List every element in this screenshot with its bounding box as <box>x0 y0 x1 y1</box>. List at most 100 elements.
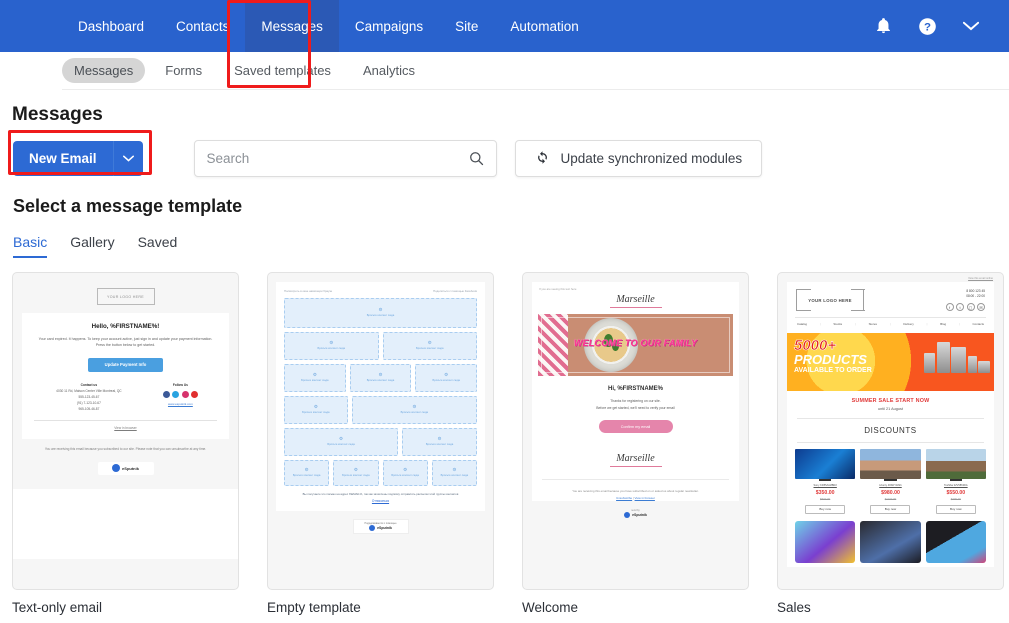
product-image <box>925 520 986 563</box>
template-thumbnail-empty[interactable]: Посмотреть в окне навигации браузе Подел… <box>267 272 494 590</box>
preview-paragraph: Your card expired. It happens. To keep y… <box>38 337 213 347</box>
divider <box>797 418 984 420</box>
preview-menu-contacts: Contacts <box>972 322 984 327</box>
preview-banner-text: 5000+ PRODUCTS AVAILABLE TO ORDER <box>794 338 872 375</box>
bell-icon[interactable] <box>875 17 892 35</box>
dropzone-label: Бросьте контент сюда <box>301 379 329 383</box>
template-thumbnail-text-only[interactable]: YOUR LOGO HERE Hello, %FIRSTNAME%! Your … <box>12 272 239 590</box>
preview-contact-block: 8 800 123 45 08:00 - 22:00 f t ◻ ✉ <box>945 289 985 312</box>
preview-buy-button: Buy now <box>935 504 976 514</box>
preview-heading: Hello, %FIRSTNAME%! <box>91 323 160 330</box>
dropzone-label: Бросьте контент сюда <box>366 379 395 383</box>
dropzone-label: Бросьте контент сюда <box>317 347 345 351</box>
preview-product-name: Liberty 49SDY1821 <box>879 484 902 488</box>
nav-item-dashboard[interactable]: Dashboard <box>62 0 160 52</box>
preview-sale-title: SUMMER SALE START NOW <box>851 398 930 405</box>
preview-preheader: If you are seeing this text here <box>539 287 577 291</box>
dropzone: ⚙ Бросьте контент сюда <box>431 460 477 486</box>
preview-product-item: Liberty 49SDY1821 $980.00 $1100.00 Buy n… <box>860 449 921 514</box>
update-synchronized-modules-button[interactable]: Update synchronized modules <box>514 140 763 177</box>
new-email-button[interactable]: New Email <box>13 141 143 176</box>
dropzone-label: Бросьте контент сюда <box>342 474 370 478</box>
search-input[interactable] <box>194 141 469 176</box>
template-thumbnail-sales[interactable]: View this email online YOUR LOGO HERE 8 … <box>777 272 1004 590</box>
new-email-dropdown-icon[interactable] <box>112 141 143 176</box>
dropzone: ⚙ Бросьте контент сюда <box>284 396 348 424</box>
product-image <box>795 520 856 563</box>
dropzone-label: Бросьте контент сюда <box>425 443 454 447</box>
preview-view-browser-link: View in browser <box>634 495 655 500</box>
preview-product-old-price: $500.00 <box>820 496 831 501</box>
preview-product-price: $350.00 <box>815 489 835 496</box>
dropzone: ⚙ Бросьте контент сюда <box>382 460 428 486</box>
email-preview-empty: Посмотреть в окне навигации браузе Подел… <box>268 273 493 589</box>
nav-item-site[interactable]: Site <box>439 0 494 52</box>
preview-top-links: Посмотреть в окне навигации браузе Подел… <box>284 289 477 293</box>
subnav-item-saved-templates[interactable]: Saved templates <box>222 58 343 83</box>
preview-social-icons: f t ◻ ✉ <box>945 303 985 312</box>
menu-separator: | <box>854 322 856 327</box>
preview-menu-stocks: Stocks <box>833 322 843 327</box>
nav-item-contacts[interactable]: Contacts <box>160 0 245 52</box>
dropzone: ⚙ Бросьте контент сюда <box>284 428 399 456</box>
preview-esputnik-badge: eSputnik <box>97 461 154 475</box>
nav-item-campaigns[interactable]: Campaigns <box>339 0 439 52</box>
nav-right-actions: ? <box>875 17 1009 36</box>
preview-product-name: Sony KD55AG8BR2 <box>813 484 837 488</box>
search-icon[interactable] <box>469 151 496 166</box>
tab-saved[interactable]: Saved <box>138 234 178 258</box>
dropzone-label: Бросьте контент сюда <box>327 443 355 447</box>
preview-brand-name: Marseille <box>532 291 739 310</box>
preview-logo-placeholder: YOUR LOGO HERE <box>796 289 864 311</box>
preview-logo-placeholder: YOUR LOGO HERE <box>96 288 155 305</box>
preview-sheet: If you are seeing this text here Marseil… <box>532 282 739 501</box>
preview-sale-until: until 21 August <box>878 407 903 412</box>
preview-footer-links: Unsubscribe | View in browser <box>532 494 739 501</box>
preview-unsubscribe-link: Отписаться <box>371 499 390 504</box>
refresh-icon <box>535 150 550 168</box>
preview-product-price: $980.00 <box>881 489 900 496</box>
tab-basic[interactable]: Basic <box>13 234 48 258</box>
dropzone-label: Бросьте контент сюда <box>391 474 419 478</box>
chevron-down-icon[interactable] <box>963 21 979 31</box>
upload-icon: ⚙ <box>329 340 334 346</box>
facebook-icon <box>162 390 170 398</box>
product-image <box>860 520 921 563</box>
upload-icon: ⚙ <box>378 372 383 378</box>
subnav-item-messages[interactable]: Messages <box>62 58 146 83</box>
preview-product-item: Sony KD55AG8BR2 $350.00 $500.00 Buy now <box>795 449 856 514</box>
dropzone: ⚙ Бросьте контент сюда <box>284 298 477 328</box>
template-thumbnail-welcome[interactable]: If you are seeing this text here Marseil… <box>522 272 749 590</box>
divider <box>34 420 217 422</box>
template-category-tabs: Basic Gallery Saved <box>13 234 999 258</box>
preview-body: Hello, %FIRSTNAME%! Your card expired. I… <box>22 313 229 440</box>
template-card-grid: YOUR LOGO HERE Hello, %FIRSTNAME%! Your … <box>12 272 1004 615</box>
menu-separator: | <box>926 322 928 327</box>
preview-product-price: $550.00 <box>946 489 966 496</box>
upload-icon: ⚙ <box>444 372 449 378</box>
help-icon[interactable]: ? <box>918 17 937 36</box>
nav-item-automation[interactable]: Automation <box>494 0 594 52</box>
subnav-item-forms[interactable]: Forms <box>153 58 214 83</box>
preview-esputnik-badge: send by eSputnik <box>608 509 664 518</box>
template-label-sales: Sales <box>777 600 811 615</box>
preview-menu-catalog: Catalog <box>797 322 807 327</box>
preview-follow-label: Follow Us <box>172 382 188 387</box>
preview-buy-button: Buy now <box>805 504 846 514</box>
menu-separator: | <box>958 322 960 327</box>
youtube-icon <box>191 390 199 398</box>
dropzone-row: ⚙ Бросьте контент сюда ⚙ Бросьте контент с… <box>284 396 477 424</box>
page-content: Messages New Email Update synchronized m… <box>0 104 1009 615</box>
appliances-graphic <box>924 342 990 374</box>
nav-item-messages[interactable]: Messages <box>245 0 339 52</box>
dropzone-row: ⚙ Бросьте контент сюда <box>284 298 477 328</box>
upload-icon: ⚙ <box>403 467 408 473</box>
search-box[interactable] <box>193 140 497 177</box>
dropzone: ⚙ Бросьте контент сюда <box>284 332 379 360</box>
tab-gallery[interactable]: Gallery <box>70 234 114 258</box>
preview-social-icons <box>144 390 217 398</box>
instagram-icon <box>181 390 189 398</box>
preview-footer-text: You are receiving this email because you… <box>572 488 699 493</box>
subnav-item-analytics[interactable]: Analytics <box>351 58 427 83</box>
upload-icon: ⚙ <box>412 404 417 410</box>
